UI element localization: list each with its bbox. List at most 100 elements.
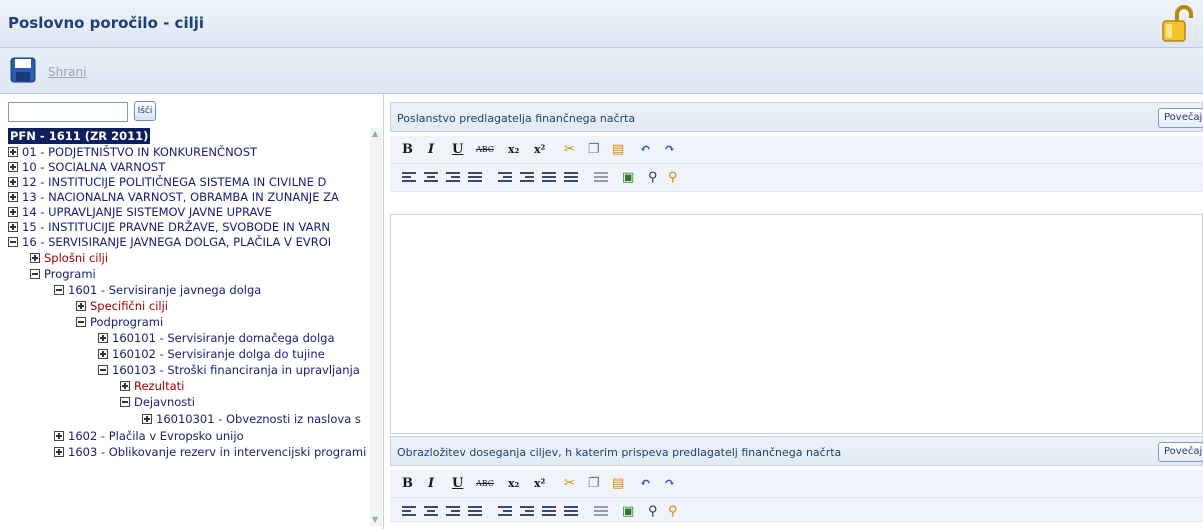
expand-icon[interactable] [8, 177, 18, 187]
expand-icon[interactable] [8, 222, 18, 232]
expand-icon[interactable] [30, 253, 40, 263]
collapse-icon[interactable] [8, 237, 18, 247]
zoom-icon[interactable]: ⚲ [668, 170, 678, 186]
cut-icon[interactable]: ✂ [564, 476, 575, 492]
search-input[interactable] [8, 102, 128, 122]
bullet-list-icon[interactable] [542, 172, 556, 184]
justify-icon[interactable] [468, 506, 482, 518]
tree-item[interactable]: Podprogrami [76, 314, 163, 330]
collapse-icon[interactable] [54, 285, 64, 295]
numbered-list-icon[interactable] [564, 172, 578, 184]
align-right-icon[interactable] [446, 506, 460, 518]
tree-item[interactable]: 15 - INSTITUCIJE PRAVNE DRŽAVE, SVOBODE … [8, 219, 330, 235]
align-center-icon[interactable] [424, 506, 438, 518]
indent-icon[interactable] [520, 172, 534, 184]
tree-item[interactable]: 16 - SERVISIRANJE JAVNEGA DOLGA, PLAČILA… [8, 234, 331, 250]
undo-icon[interactable]: ↶ [640, 142, 651, 158]
align-center-icon[interactable] [424, 172, 438, 184]
tree-item[interactable]: 16010301 - Obveznosti iz naslova s [142, 411, 361, 427]
justify-icon[interactable] [468, 172, 482, 184]
tree-item[interactable]: 10 - SOCIALNA VARNOST [8, 159, 165, 175]
cut-icon[interactable]: ✂ [564, 142, 575, 158]
align-left-icon[interactable] [402, 506, 416, 518]
copy-icon[interactable]: ❐ [588, 142, 600, 158]
strikethrough-button[interactable]: ABC [476, 476, 494, 492]
paste-icon[interactable]: ▤ [612, 142, 624, 158]
collapse-icon[interactable] [120, 397, 130, 407]
mission-editor[interactable] [390, 214, 1203, 434]
paste-icon[interactable]: ▤ [612, 476, 624, 492]
save-button[interactable]: Shrani [48, 65, 86, 79]
enlarge-button[interactable]: Povečaj [1158, 442, 1203, 462]
tree-item[interactable]: 14 - UPRAVLJANJE SISTEMOV JAVNE UPRAVE [8, 204, 272, 220]
bullet-list-icon[interactable] [542, 506, 556, 518]
expand-icon[interactable] [76, 301, 86, 311]
redo-icon[interactable]: ↷ [664, 476, 675, 492]
expand-icon[interactable] [8, 147, 18, 157]
collapse-icon[interactable] [30, 269, 40, 279]
find-icon[interactable]: ⚲ [648, 504, 658, 520]
horizontal-rule-icon[interactable] [594, 172, 608, 184]
tree-item[interactable]: 1601 - Servisiranje javnega dolga [54, 282, 261, 298]
expand-icon[interactable] [142, 414, 152, 424]
underline-button[interactable]: U [452, 142, 463, 158]
find-icon[interactable]: ⚲ [648, 170, 658, 186]
tree-item[interactable]: Rezultati [120, 378, 184, 394]
scroll-up-icon[interactable]: ▲ [372, 130, 380, 138]
numbered-list-icon[interactable] [564, 506, 578, 518]
collapse-icon[interactable] [98, 365, 108, 375]
tree-item[interactable]: 1603 - Oblikovanje rezerv in intervencij… [54, 444, 366, 460]
expand-icon[interactable] [54, 447, 64, 457]
align-right-icon[interactable] [446, 172, 460, 184]
bold-button[interactable]: B [402, 476, 413, 492]
tree-item[interactable]: Specifični cilji [76, 298, 168, 314]
tree-item[interactable]: 13 - NACIONALNA VARNOST, OBRAMBA IN ZUNA… [8, 189, 339, 205]
superscript-button[interactable]: x² [534, 476, 545, 492]
tree-scrollbar[interactable]: ▲ ▼ [370, 128, 382, 526]
enlarge-button[interactable]: Povečaj [1158, 108, 1203, 128]
section-header: Poslanstvo predlagatelja finančnega načr… [390, 102, 1203, 132]
strikethrough-button[interactable]: ABC [476, 142, 494, 158]
tree-item[interactable]: Splošni cilji [30, 250, 108, 266]
undo-icon[interactable]: ↶ [640, 476, 651, 492]
save-icon[interactable] [10, 57, 36, 83]
tree-item[interactable]: 160102 - Servisiranje dolga do tujine [98, 346, 325, 362]
italic-button[interactable]: I [428, 476, 434, 492]
expand-icon[interactable] [8, 207, 18, 217]
italic-button[interactable]: I [428, 142, 434, 158]
unlock-icon[interactable] [1161, 4, 1195, 44]
search-button[interactable]: Išči [134, 101, 156, 121]
tree-item[interactable]: 12 - INSTITUCIJE POLITIČNEGA SISTEMA IN … [8, 174, 326, 190]
expand-icon[interactable] [98, 333, 108, 343]
tree-root[interactable]: PFN - 1611 (ZR 2011) [8, 128, 151, 144]
subscript-button[interactable]: x₂ [508, 476, 519, 492]
expand-icon[interactable] [8, 192, 18, 202]
preview-icon[interactable]: ▣ [622, 504, 634, 520]
expand-icon[interactable] [8, 162, 18, 172]
horizontal-rule-icon[interactable] [594, 506, 608, 518]
tree-item[interactable]: 01 - PODJETNIŠTVO IN KONKURENČNOST [8, 144, 257, 160]
tree-item[interactable]: 160103 - Stroški financiranja in upravlj… [98, 362, 360, 378]
align-left-icon[interactable] [402, 172, 416, 184]
zoom-icon[interactable]: ⚲ [668, 504, 678, 520]
underline-button[interactable]: U [452, 476, 463, 492]
expand-icon[interactable] [54, 431, 64, 441]
expand-icon[interactable] [120, 381, 130, 391]
indent-icon[interactable] [520, 506, 534, 518]
redo-icon[interactable]: ↷ [664, 142, 675, 158]
superscript-button[interactable]: x² [534, 142, 545, 158]
preview-icon[interactable]: ▣ [622, 170, 634, 186]
section-mission: Poslanstvo predlagatelja finančnega načr… [390, 102, 1203, 434]
copy-icon[interactable]: ❐ [588, 476, 600, 492]
outdent-icon[interactable] [498, 172, 512, 184]
collapse-icon[interactable] [76, 317, 86, 327]
tree-item[interactable]: 1602 - Plačila v Evropsko unijo [54, 428, 244, 444]
subscript-button[interactable]: x₂ [508, 142, 519, 158]
bold-button[interactable]: B [402, 142, 413, 158]
expand-icon[interactable] [98, 349, 108, 359]
tree-item[interactable]: Programi [30, 266, 96, 282]
tree-item[interactable]: 160101 - Servisiranje domačega dolga [98, 330, 335, 346]
outdent-icon[interactable] [498, 506, 512, 518]
scroll-down-icon[interactable]: ▼ [372, 516, 380, 524]
tree-item[interactable]: Dejavnosti [120, 394, 195, 410]
